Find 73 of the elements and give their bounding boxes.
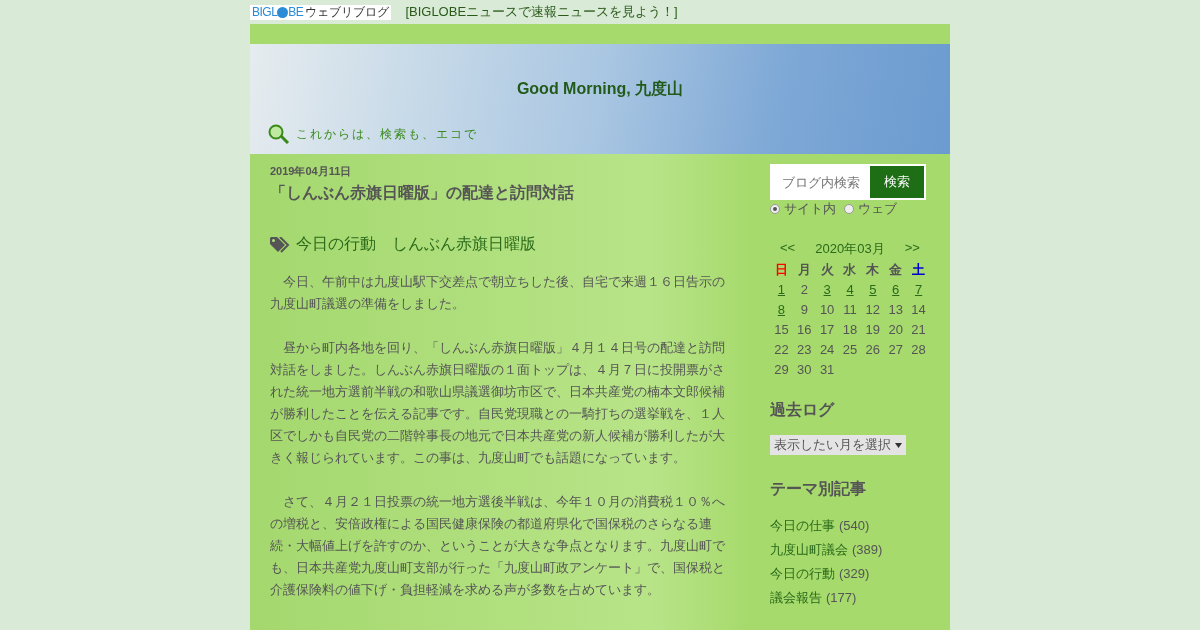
calendar-day: 10 [819, 302, 835, 317]
calendar-day: 22 [774, 342, 789, 357]
calendar-day: 13 [888, 302, 903, 317]
calendar-month[interactable]: 2020年03月 [815, 240, 885, 258]
calendar-day: 30 [797, 362, 812, 377]
magnifier-icon [268, 124, 290, 144]
calendar-day: 9 [800, 302, 808, 317]
tag-link[interactable]: しんぶん赤旗日曜版 [392, 234, 536, 255]
weekday-label: 金 [889, 262, 903, 277]
calendar-day-link[interactable]: 4 [846, 282, 854, 297]
calendar-day-link[interactable]: 5 [869, 282, 877, 297]
tag-link[interactable]: 今日の行動 [296, 234, 376, 255]
post-date: 2019年04月11日 [270, 164, 353, 179]
prev-month-link[interactable]: << [780, 240, 796, 258]
month-select[interactable]: 表示したい月を選択 [770, 435, 906, 455]
post-title[interactable]: 「しんぶん赤旗日曜版」の配達と訪問対話 [270, 183, 730, 204]
tagline: これからは、検索も、エコで [296, 125, 478, 143]
weekday-label: 土 [912, 262, 926, 277]
calendar-day: 17 [819, 322, 835, 337]
calendar-day: 12 [865, 302, 881, 317]
post-paragraph: 昼から町内各地を回り、「しんぶん赤旗日曜版」４月１４日号の配達と訪問対話をしました。しんぶん赤旗日曜版の１面トップは、４月７日に投開票がされた統一地方選前半戦の和歌山県議選御坊市区で、日本共産党の楠本文郎候補が勝利したことを伝える記事です。自民党現職との一騎打ちの選挙戦を、１人区でしかも自民党の二階幹事長の地元で日本共産党の新人候補が勝利したが大きく報じられています。この事は、九度山町でも話題になっています。 [270, 339, 726, 467]
post-count: (540) [839, 518, 870, 533]
calendar-day-link[interactable]: 8 [777, 302, 786, 317]
calendar-day: 11 [843, 302, 857, 317]
theme-link[interactable]: 今日の仕事 [770, 518, 835, 533]
radio-button[interactable] [770, 204, 780, 214]
post-count: (329) [839, 566, 870, 581]
weekday-label: 日 [774, 262, 788, 277]
weekday-label: 月 [797, 262, 811, 277]
post-paragraph: 今日、午前中は九度山駅下交差点で朝立ちした後、自宅で来週１６日告示の九度山町議選の準備をしました。 [270, 273, 726, 313]
blog-title[interactable]: Good Morning, 九度山 [516, 80, 684, 97]
section-heading: テーマ別記事 [770, 479, 867, 499]
weekday-label: 火 [820, 262, 834, 277]
search-button[interactable]: 検索 [870, 166, 924, 198]
calendar-day: 21 [911, 322, 926, 337]
calendar-day: 24 [819, 342, 835, 357]
calendar-day: 25 [842, 342, 858, 357]
calendar-day-link[interactable]: 7 [914, 282, 923, 297]
calendar-day-link[interactable]: 1 [777, 282, 786, 297]
theme-link[interactable]: 九度山町議会 [770, 542, 848, 557]
weekday-label: 木 [866, 262, 880, 277]
theme-link[interactable]: 今日の行動 [770, 566, 835, 581]
search-field[interactable]: ブログ内検索 検索 [770, 164, 926, 200]
biglobe-logo[interactable]: BIGL BE ウェブリブログ [250, 4, 392, 20]
dropdown-caret-icon [895, 442, 902, 448]
calendar-day-link[interactable]: 6 [892, 282, 900, 297]
weekday-label: 水 [843, 262, 857, 277]
calendar-day: 15 [774, 322, 789, 337]
calendar-day: 14 [911, 302, 926, 317]
calendar-day: 26 [865, 342, 881, 357]
calendar-day: 27 [888, 342, 903, 357]
post-count: (177) [826, 590, 857, 605]
calendar-day: 18 [842, 322, 858, 337]
calendar-day: 29 [774, 362, 789, 377]
calendar-day: 20 [888, 322, 903, 337]
theme-link[interactable]: 議会報告 [770, 590, 822, 605]
post-count: (389) [852, 542, 883, 557]
calendar-day-link[interactable]: 3 [823, 282, 831, 297]
post-paragraph: さて、４月２１日投票の統一地方選後半戦は、今年１０月の消費税１０％への増税と、安倍政権による国民健康保険の都道府県化で国保税のさらなる連続・大幅値上げを許すのか、ということが大きな争点となります。九度山町でも、日本共産党九度山町支部が行った「九度山町政アンケート」で、国保税と介護保険料の値下げ・負担軽減を求める声が多数を占めています。 [270, 493, 726, 599]
section-heading: 過去ログ [770, 400, 836, 420]
radio-label: ウェブ [858, 200, 897, 218]
globe-icon [277, 6, 289, 18]
next-month-link[interactable]: >> [904, 240, 920, 258]
radio-label: サイト内 [784, 200, 836, 218]
news-link[interactable]: [BIGLOBEニュースで速報ニュースを見よう！] [405, 3, 678, 21]
calendar-day: 23 [797, 342, 812, 357]
calendar-day: 16 [797, 322, 812, 337]
calendar-day: 19 [865, 322, 881, 337]
radio-button[interactable] [844, 204, 854, 214]
calendar-day: 28 [911, 342, 926, 357]
calendar-day: 2 [800, 282, 808, 297]
calendar-day: 31 [819, 362, 835, 377]
tag-icon [270, 236, 290, 253]
